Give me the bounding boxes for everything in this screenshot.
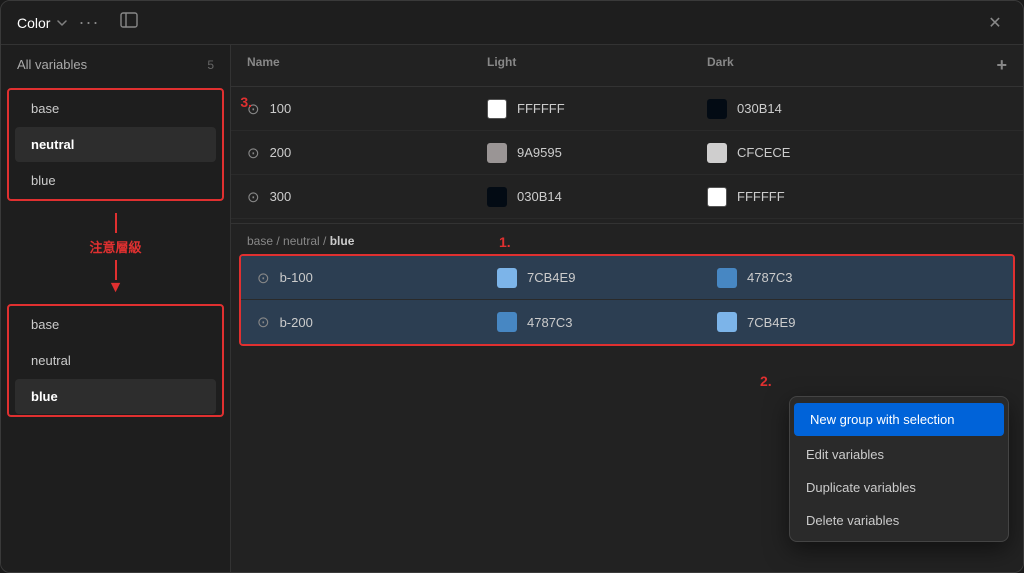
color-wheel-icon: ⊙ bbox=[257, 313, 270, 331]
add-variable-button[interactable]: + bbox=[977, 55, 1007, 76]
context-menu-delete-variables[interactable]: Delete variables bbox=[790, 504, 1008, 537]
sidebar-item-blue[interactable]: blue bbox=[15, 163, 216, 198]
sidebar-top-group: base neutral blue bbox=[7, 88, 224, 201]
col-light-header: Light bbox=[487, 55, 707, 76]
col-dark-header: Dark bbox=[707, 55, 977, 76]
content-area: Name Light Dark + ⊙ 100 FFFFFF 030B14 bbox=[231, 45, 1023, 572]
sidebar-item-base2[interactable]: base bbox=[15, 307, 216, 342]
sidebar-item-neutral2[interactable]: neutral bbox=[15, 343, 216, 378]
annotation-1: 1. bbox=[499, 234, 511, 250]
sidebar-item-neutral[interactable]: neutral bbox=[15, 127, 216, 162]
close-button[interactable]: ✕ bbox=[983, 11, 1007, 35]
sidebar: All variables 5 base neutral blue 3. bbox=[1, 45, 231, 572]
dark-swatch-300 bbox=[707, 187, 727, 207]
annotation-hierarchy: 注意層級 bbox=[89, 237, 141, 256]
selected-rows-group: ⊙ b-100 7CB4E9 4787C3 bbox=[239, 254, 1015, 346]
sidebar-header: All variables 5 bbox=[1, 45, 230, 84]
table-row[interactable]: ⊙ 300 030B14 FFFFFF bbox=[231, 175, 1023, 219]
dark-swatch-b200 bbox=[717, 312, 737, 332]
panel-icon[interactable] bbox=[119, 10, 139, 35]
sidebar-item-base[interactable]: base bbox=[15, 91, 216, 126]
light-swatch-b100 bbox=[497, 268, 517, 288]
table-header: Name Light Dark + bbox=[231, 45, 1023, 87]
light-swatch-b200 bbox=[497, 312, 517, 332]
context-menu-duplicate-variables[interactable]: Duplicate variables bbox=[790, 471, 1008, 504]
light-swatch-200 bbox=[487, 143, 507, 163]
title-text: Color bbox=[17, 15, 50, 31]
annotation-2: 2. bbox=[760, 373, 772, 389]
color-wheel-icon: ⊙ bbox=[257, 269, 270, 287]
table-row[interactable]: ⊙ 200 9A9595 CFCECE bbox=[231, 131, 1023, 175]
sidebar-all-variables: All variables bbox=[17, 57, 87, 72]
light-swatch-300 bbox=[487, 187, 507, 207]
dark-swatch-100 bbox=[707, 99, 727, 119]
color-wheel-icon: ⊙ bbox=[247, 188, 260, 206]
main-layout: All variables 5 base neutral blue 3. bbox=[1, 45, 1023, 572]
main-window: Color ··· ✕ All variables 5 bbox=[0, 0, 1024, 573]
annotation-3: 3. bbox=[240, 94, 252, 110]
context-menu: 2. New group with selection Edit variabl… bbox=[789, 396, 1009, 542]
table-row-b200[interactable]: ⊙ b-200 4787C3 7CB4E9 bbox=[241, 300, 1013, 344]
light-swatch-100 bbox=[487, 99, 507, 119]
chevron-down-icon bbox=[56, 17, 68, 29]
table-row[interactable]: ⊙ 100 FFFFFF 030B14 bbox=[231, 87, 1023, 131]
breadcrumb: base / neutral / blue bbox=[231, 223, 1023, 254]
title-dropdown[interactable]: Color bbox=[17, 15, 68, 31]
sidebar-bottom-group: base neutral blue bbox=[7, 304, 224, 417]
dark-swatch-b100 bbox=[717, 268, 737, 288]
title-bar: Color ··· ✕ bbox=[1, 1, 1023, 45]
table-row-b100[interactable]: ⊙ b-100 7CB4E9 4787C3 bbox=[241, 256, 1013, 300]
context-menu-new-group[interactable]: New group with selection bbox=[794, 403, 1004, 436]
sidebar-item-blue2[interactable]: blue bbox=[15, 379, 216, 414]
context-menu-edit-variables[interactable]: Edit variables bbox=[790, 438, 1008, 471]
col-name-header: Name bbox=[247, 55, 487, 76]
color-wheel-icon: ⊙ bbox=[247, 144, 260, 162]
dark-swatch-200 bbox=[707, 143, 727, 163]
sidebar-count: 5 bbox=[207, 58, 214, 72]
more-options-button[interactable]: ··· bbox=[78, 12, 99, 33]
